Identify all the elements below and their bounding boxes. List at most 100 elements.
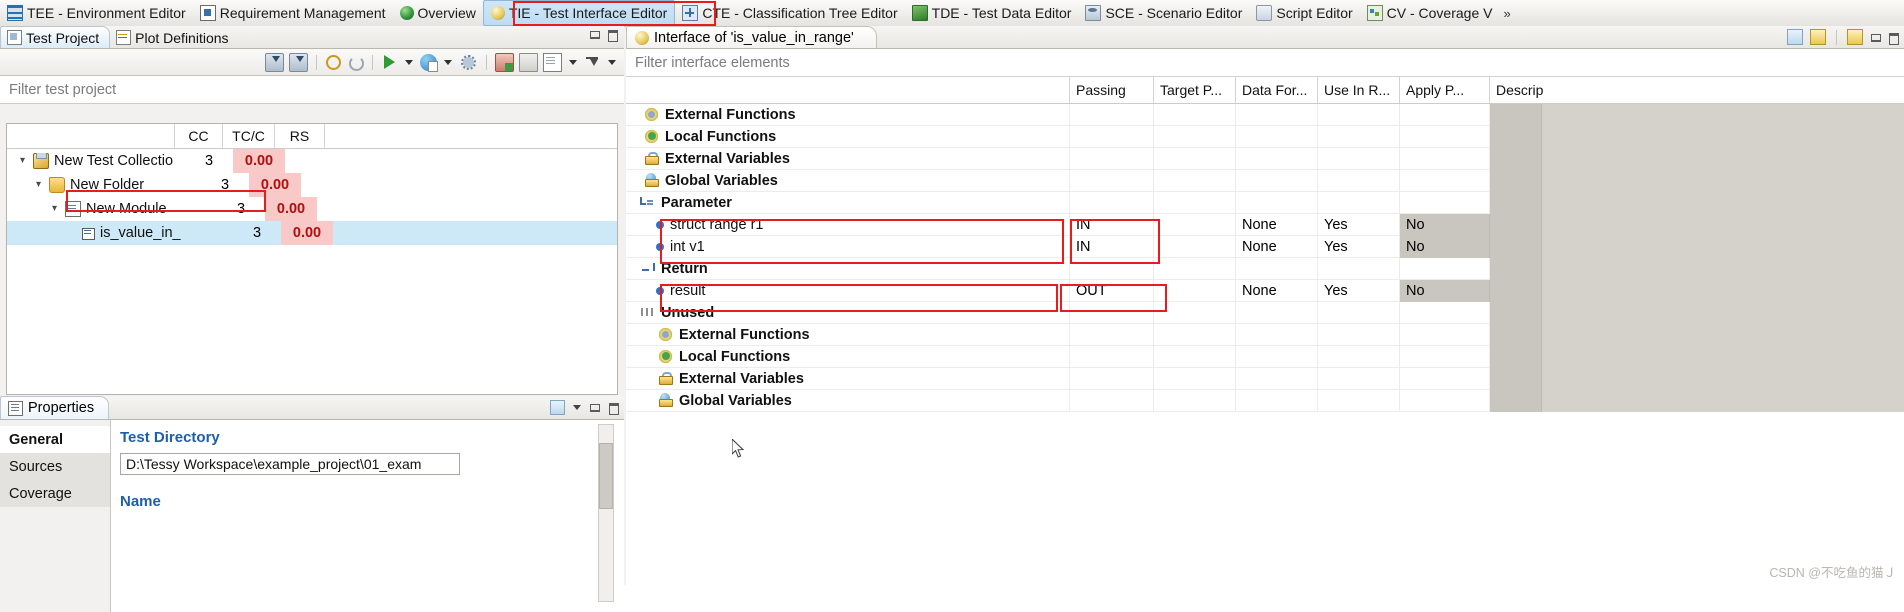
tab-properties[interactable]: Properties bbox=[0, 396, 110, 419]
view-menu-icon[interactable] bbox=[573, 405, 581, 410]
test-project-filter-input[interactable]: Filter test project bbox=[0, 76, 624, 104]
grid-row[interactable]: External Functions bbox=[626, 323, 1904, 346]
test-directory-input[interactable]: D:\Tessy Workspace\example_project\01_ex… bbox=[120, 453, 460, 475]
grid-cell-applyp[interactable]: No bbox=[1400, 235, 1490, 258]
minimize-icon[interactable] bbox=[589, 29, 600, 40]
column-header-element[interactable] bbox=[626, 77, 1070, 103]
column-header-name[interactable] bbox=[7, 124, 175, 148]
grid-row[interactable]: External Variables bbox=[626, 147, 1904, 170]
minimize-icon[interactable] bbox=[1870, 32, 1881, 43]
expand-collapse-icon[interactable]: ▾ bbox=[49, 204, 60, 214]
grid-row[interactable]: Unused bbox=[626, 301, 1904, 324]
grid-cell-passing[interactable]: IN bbox=[1070, 235, 1154, 258]
perspective-requirement-management[interactable]: Requirement Management bbox=[193, 1, 393, 25]
link-with-editor-icon[interactable] bbox=[1787, 29, 1803, 45]
column-header-target-p[interactable]: Target P... bbox=[1154, 77, 1236, 103]
grid-row[interactable]: External Variables bbox=[626, 367, 1904, 390]
column-header-description[interactable]: Descrip bbox=[1490, 77, 1904, 103]
grid-cell-applyp[interactable]: No bbox=[1400, 213, 1490, 236]
column-header-cc[interactable]: CC bbox=[175, 124, 223, 148]
properties-nav-general[interactable]: General bbox=[0, 426, 110, 453]
perspective-cv-coverage-viewer[interactable]: CV - Coverage V bbox=[1360, 1, 1500, 25]
new-test-icon[interactable] bbox=[495, 52, 514, 72]
scrollbar-thumb[interactable] bbox=[599, 443, 613, 509]
tree-row-is-value-in-range[interactable]: is_value_in_ 3 0.00 bbox=[7, 221, 617, 245]
tab-interface-of-is-value-in-range[interactable]: Interface of 'is_value_in_range' bbox=[626, 26, 877, 48]
perspective-tie-test-interface-editor[interactable]: TIE - Test Interface Editor bbox=[482, 0, 676, 26]
perspective-script-editor[interactable]: Script Editor bbox=[1249, 1, 1359, 25]
grid-row[interactable]: Return bbox=[626, 257, 1904, 280]
column-header-apply-p[interactable]: Apply P... bbox=[1400, 77, 1490, 103]
properties-nav-sources[interactable]: Sources bbox=[0, 453, 110, 480]
grid-cell-dataformat[interactable]: None bbox=[1236, 279, 1318, 302]
column-header-passing[interactable]: Passing bbox=[1070, 77, 1154, 103]
perspective-overflow-icon[interactable]: » bbox=[1503, 6, 1510, 21]
grid-row[interactable]: Local Functions bbox=[626, 125, 1904, 148]
grid-row[interactable]: int v1 IN None Yes No bbox=[626, 235, 1904, 258]
perspective-tde-test-data-editor[interactable]: TDE - Test Data Editor bbox=[905, 1, 1079, 25]
maximize-icon[interactable] bbox=[607, 29, 618, 42]
grid-cell-dataformat[interactable]: None bbox=[1236, 235, 1318, 258]
maximize-icon[interactable] bbox=[608, 402, 619, 415]
find-icon[interactable] bbox=[325, 54, 342, 71]
tree-row-module[interactable]: ▾ New Module 3 0.00 bbox=[7, 197, 617, 221]
grid-cell-passing[interactable]: OUT bbox=[1070, 279, 1154, 302]
minimize-icon[interactable] bbox=[589, 402, 600, 413]
grid-cell-passing[interactable]: IN bbox=[1070, 213, 1154, 236]
tree-row-folder[interactable]: ▾ New Folder 3 0.00 bbox=[7, 173, 617, 197]
grid-cell-target[interactable] bbox=[1154, 235, 1236, 258]
perspective-tee-environment-editor[interactable]: TEE - Environment Editor bbox=[0, 1, 193, 25]
grid-cell-useinr[interactable]: Yes bbox=[1318, 235, 1400, 258]
perspective-label: SCE - Scenario Editor bbox=[1105, 5, 1243, 21]
properties-scrollbar[interactable] bbox=[598, 424, 614, 602]
interface-filter-input[interactable]: Filter interface elements bbox=[626, 49, 1904, 77]
tab-plot-definitions[interactable]: Plot Definitions bbox=[110, 27, 238, 48]
grid-cell-applyp[interactable]: No bbox=[1400, 279, 1490, 302]
import-icon[interactable] bbox=[265, 52, 284, 72]
grid-row[interactable]: struct range r1 IN None Yes No bbox=[626, 213, 1904, 236]
properties-nav-coverage[interactable]: Coverage bbox=[0, 480, 110, 507]
settings-icon[interactable] bbox=[459, 52, 478, 72]
grid-cell-target[interactable] bbox=[1154, 213, 1236, 236]
maximize-icon[interactable] bbox=[1888, 32, 1899, 45]
perspective-overview[interactable]: Overview bbox=[393, 1, 483, 25]
page-dropdown-caret-icon[interactable] bbox=[569, 59, 577, 65]
grid-cell-desc-a bbox=[1490, 323, 1542, 346]
grid-cell-target[interactable] bbox=[1154, 279, 1236, 302]
column-header-tcc[interactable]: TC/C bbox=[223, 124, 275, 148]
grid-row[interactable]: External Functions bbox=[626, 103, 1904, 126]
grid-row[interactable]: result OUT None Yes No bbox=[626, 279, 1904, 302]
grid-row[interactable]: Parameter bbox=[626, 191, 1904, 214]
toolbar-separator bbox=[486, 54, 487, 70]
tree-row-test-collection[interactable]: ▾ New Test Collectio 3 0.00 bbox=[7, 149, 617, 173]
grid-row[interactable]: Global Variables bbox=[626, 169, 1904, 192]
grid-cell-useinr[interactable]: Yes bbox=[1318, 279, 1400, 302]
grid-row[interactable]: Global Variables bbox=[626, 389, 1904, 412]
perspective-cte-classification-tree-editor[interactable]: CTE - Classification Tree Editor bbox=[675, 1, 904, 25]
paste-icon[interactable] bbox=[543, 52, 562, 72]
grid-cell-dataformat[interactable]: None bbox=[1236, 213, 1318, 236]
grid-cell-applyp bbox=[1400, 323, 1490, 346]
copy-icon[interactable] bbox=[519, 52, 538, 72]
refresh-icon[interactable] bbox=[347, 54, 364, 71]
tab-test-project[interactable]: Test Project bbox=[0, 26, 111, 48]
export-icon[interactable] bbox=[289, 52, 308, 72]
expand-collapse-icon[interactable]: ▾ bbox=[33, 180, 44, 190]
run-report-icon[interactable] bbox=[420, 53, 438, 72]
column-header-rs[interactable]: RS bbox=[275, 124, 325, 148]
column-header-use-in-r[interactable]: Use In R... bbox=[1318, 77, 1400, 103]
run-icon[interactable] bbox=[381, 54, 398, 71]
element-label: External Variables bbox=[679, 370, 804, 387]
filter-dropdown-caret-icon[interactable] bbox=[608, 59, 616, 65]
filter-icon[interactable] bbox=[584, 54, 601, 71]
grid-cell-useinr[interactable]: Yes bbox=[1318, 213, 1400, 236]
report-dropdown-caret-icon[interactable] bbox=[444, 59, 452, 65]
pin-icon[interactable] bbox=[550, 400, 565, 415]
highlight-icon[interactable] bbox=[1810, 29, 1826, 45]
save-icon[interactable] bbox=[1847, 29, 1863, 45]
expand-collapse-icon[interactable]: ▾ bbox=[17, 156, 28, 166]
perspective-sce-scenario-editor[interactable]: SCE - Scenario Editor bbox=[1078, 1, 1249, 25]
grid-row[interactable]: Local Functions bbox=[626, 345, 1904, 368]
run-dropdown-caret-icon[interactable] bbox=[405, 59, 413, 65]
column-header-data-format[interactable]: Data For... bbox=[1236, 77, 1318, 103]
